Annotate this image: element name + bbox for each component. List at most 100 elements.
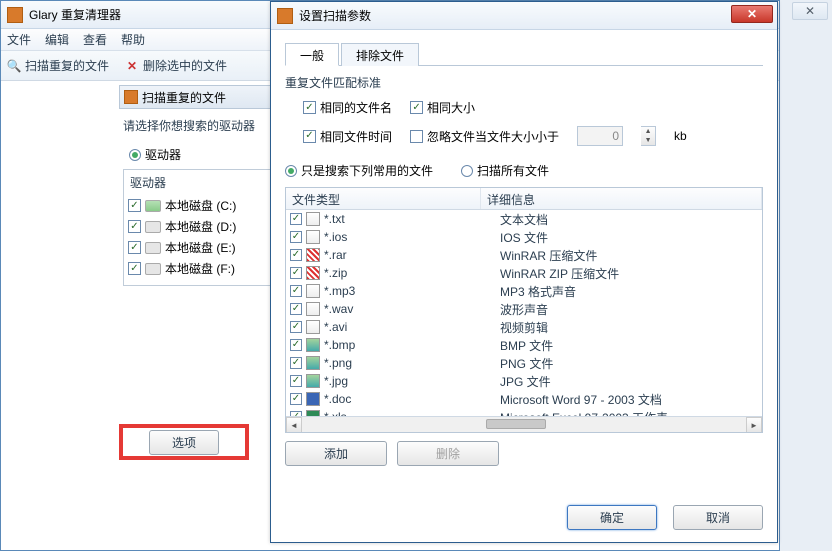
checkbox-icon xyxy=(290,231,302,243)
chk-same-time[interactable]: 相同文件时间 xyxy=(303,128,392,145)
criteria-row-1: 相同的文件名 相同大小 xyxy=(285,97,763,124)
panel-icon xyxy=(124,90,138,104)
menu-edit[interactable]: 编辑 xyxy=(45,31,69,48)
tab-exclude[interactable]: 排除文件 xyxy=(341,43,419,66)
table-body[interactable]: *.txt文本文档*.iosIOS 文件*.rarWinRAR 压缩文件*.zi… xyxy=(286,210,762,416)
menu-help[interactable]: 帮助 xyxy=(121,31,145,48)
cell-ext: *.ios xyxy=(324,230,496,244)
radio-icon xyxy=(461,165,473,177)
table-row[interactable]: *.docMicrosoft Word 97 - 2003 文档 xyxy=(286,390,762,408)
cell-detail: JPG 文件 xyxy=(500,373,758,390)
cell-ext: *.jpg xyxy=(324,374,496,388)
checkbox-icon xyxy=(410,130,423,143)
scroll-right-icon[interactable]: ► xyxy=(746,417,762,433)
table-row[interactable]: *.xlsMicrosoft Excel 97-2003 工作表 xyxy=(286,408,762,416)
table-row[interactable]: *.txt文本文档 xyxy=(286,210,762,228)
checkbox-icon xyxy=(290,249,302,261)
panel-prompt: 请选择你想搜索的驱动器 xyxy=(119,109,279,142)
horizontal-scrollbar[interactable]: ◄ ► xyxy=(286,416,762,432)
drive-icon xyxy=(145,242,161,254)
toolbar-delete[interactable]: ✕ 删除选中的文件 xyxy=(125,57,227,74)
table-row[interactable]: *.avi视频剪辑 xyxy=(286,318,762,336)
cell-detail: WinRAR ZIP 压缩文件 xyxy=(500,265,758,282)
table-header: 文件类型 详细信息 xyxy=(286,188,762,210)
ignore-size-spinner[interactable]: ▲▼ xyxy=(641,126,656,146)
file-icon xyxy=(306,356,320,370)
drive-label: 本地磁盘 (E:) xyxy=(165,239,236,256)
add-button[interactable]: 添加 xyxy=(285,441,387,466)
table-row[interactable]: *.iosIOS 文件 xyxy=(286,228,762,246)
table-row[interactable]: *.bmpBMP 文件 xyxy=(286,336,762,354)
toolbar-delete-label: 删除选中的文件 xyxy=(143,57,227,74)
drive-item[interactable]: 本地磁盘 (C:) xyxy=(128,195,268,216)
cancel-button[interactable]: 取消 xyxy=(673,505,763,530)
chk-ignore-size[interactable]: 忽略文件当文件大小小于 xyxy=(410,128,559,145)
checkbox-icon xyxy=(290,375,302,387)
checkbox-icon xyxy=(290,267,302,279)
file-icon xyxy=(306,212,320,226)
radio-common-files[interactable]: 只是搜索下列常用的文件 xyxy=(285,162,433,179)
checkbox-icon xyxy=(303,130,316,143)
drive-header: 驱动器 xyxy=(124,170,272,195)
checkbox-icon xyxy=(290,303,302,315)
cell-detail: 波形声音 xyxy=(500,301,758,318)
table-row[interactable]: *.pngPNG 文件 xyxy=(286,354,762,372)
options-highlight: 选项 xyxy=(119,424,249,460)
file-icon xyxy=(306,284,320,298)
radio-all-files[interactable]: 扫描所有文件 xyxy=(461,162,549,179)
dialog-close-button[interactable]: ✕ xyxy=(731,5,773,23)
file-icon xyxy=(306,266,320,280)
drive-box: 驱动器 本地磁盘 (C:) 本地磁盘 (D:) 本地磁盘 (E:) 本地磁盘 (F:) xyxy=(123,169,273,286)
drive-label: 本地磁盘 (F:) xyxy=(165,260,235,277)
panel-header: 扫描重复的文件 xyxy=(119,85,279,109)
table-row[interactable]: *.zipWinRAR ZIP 压缩文件 xyxy=(286,264,762,282)
criteria-row-2: 相同文件时间 忽略文件当文件大小小于 ▲▼ kb xyxy=(285,124,763,154)
table-row[interactable]: *.wav波形声音 xyxy=(286,300,762,318)
table-row[interactable]: *.rarWinRAR 压缩文件 xyxy=(286,246,762,264)
delete-icon: ✕ xyxy=(125,59,139,73)
scroll-thumb[interactable] xyxy=(486,419,546,429)
filetype-table: 文件类型 详细信息 *.txt文本文档*.iosIOS 文件*.rarWinRA… xyxy=(285,187,763,433)
kb-label: kb xyxy=(674,129,687,143)
checkbox-icon xyxy=(290,321,302,333)
drive-icon xyxy=(145,221,161,233)
file-icon xyxy=(306,248,320,262)
radio-icon xyxy=(129,149,141,161)
dialog-footer: 确定 取消 xyxy=(567,505,763,530)
background-close-button[interactable]: ✕ xyxy=(792,2,828,20)
drive-label: 本地磁盘 (D:) xyxy=(165,218,236,235)
checkbox-icon xyxy=(410,101,423,114)
drive-item[interactable]: 本地磁盘 (E:) xyxy=(128,237,268,258)
drive-list: 本地磁盘 (C:) 本地磁盘 (D:) 本地磁盘 (E:) 本地磁盘 (F:) xyxy=(124,195,272,285)
file-icon xyxy=(306,230,320,244)
tab-general[interactable]: 一般 xyxy=(285,43,339,66)
drive-label: 本地磁盘 (C:) xyxy=(165,197,236,214)
checkbox-icon xyxy=(290,393,302,405)
ok-button[interactable]: 确定 xyxy=(567,505,657,530)
cell-detail: 视频剪辑 xyxy=(500,319,758,336)
checkbox-icon xyxy=(290,339,302,351)
cell-ext: *.doc xyxy=(324,392,496,406)
dialog-icon xyxy=(277,8,293,24)
options-button[interactable]: 选项 xyxy=(149,430,219,455)
checkbox-icon xyxy=(290,213,302,225)
ignore-size-input[interactable] xyxy=(577,126,623,146)
checkbox-icon xyxy=(290,357,302,369)
menu-file[interactable]: 文件 xyxy=(7,31,31,48)
col-detail[interactable]: 详细信息 xyxy=(481,188,762,209)
drive-item[interactable]: 本地磁盘 (F:) xyxy=(128,258,268,279)
scroll-left-icon[interactable]: ◄ xyxy=(286,417,302,433)
radio-drive[interactable]: 驱动器 xyxy=(119,142,279,167)
chk-same-size[interactable]: 相同大小 xyxy=(410,99,475,116)
chk-same-name[interactable]: 相同的文件名 xyxy=(303,99,392,116)
col-type[interactable]: 文件类型 xyxy=(286,188,481,209)
radio-drive-label: 驱动器 xyxy=(145,146,181,163)
menu-view[interactable]: 查看 xyxy=(83,31,107,48)
file-icon xyxy=(306,374,320,388)
drive-item[interactable]: 本地磁盘 (D:) xyxy=(128,216,268,237)
table-row[interactable]: *.mp3MP3 格式声音 xyxy=(286,282,762,300)
table-row[interactable]: *.jpg JPG 文件 xyxy=(286,372,762,390)
cell-detail: Microsoft Excel 97-2003 工作表 xyxy=(500,409,758,417)
toolbar-scan[interactable]: 🔍 扫描重复的文件 xyxy=(7,57,109,74)
delete-button[interactable]: 删除 xyxy=(397,441,499,466)
